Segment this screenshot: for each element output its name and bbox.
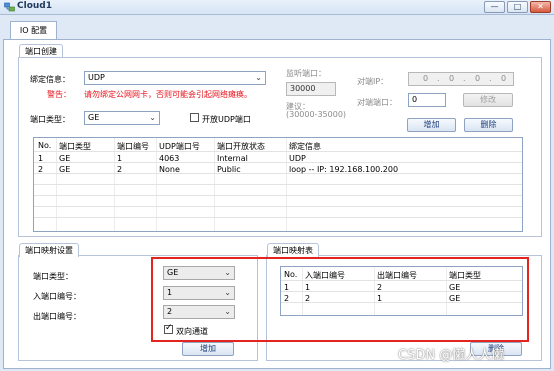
- open-udp-label: 开放UDP端口: [202, 115, 251, 124]
- peer-ip-octet: 0: [449, 74, 455, 83]
- port-table-cell: 2: [38, 165, 44, 174]
- bind-info-value: UDP: [88, 73, 105, 82]
- peer-port-input[interactable]: 0: [408, 93, 446, 107]
- ip-dot: .: [437, 74, 440, 83]
- warning-label: 警告：: [47, 90, 71, 99]
- port-table-header-cell: UDP端口号: [159, 142, 200, 151]
- port-table-cell: Public: [217, 165, 241, 174]
- ip-dot: .: [463, 74, 466, 83]
- chevron-down-icon: ⌄: [149, 113, 156, 122]
- window-title: Cloud1: [17, 1, 52, 11]
- add-mapping-button[interactable]: 增加: [182, 342, 234, 356]
- mapping-table-section-title: 端口映射表: [267, 243, 319, 257]
- bind-info-select[interactable]: UDP ⌄: [84, 71, 266, 85]
- port-table-cell: 2: [117, 165, 123, 174]
- minimize-button[interactable]: —: [484, 1, 505, 13]
- mapping-port-type-label: 端口类型：: [33, 272, 73, 281]
- table-row[interactable]: 1 GE 1 4063 Internal UDP: [34, 154, 522, 163]
- delete-port-button[interactable]: 删除: [464, 118, 513, 132]
- port-type-select[interactable]: GE ⌄: [84, 111, 160, 125]
- port-type-value: GE: [88, 113, 100, 122]
- port-table-cell: 1: [117, 154, 123, 163]
- chevron-down-icon: ⌄: [255, 73, 262, 82]
- bind-info-label: 绑定信息：: [30, 75, 70, 84]
- mapping-settings-section-title: 端口映射设置: [19, 243, 79, 257]
- title-bar: [0, 0, 554, 15]
- port-table-cell: 4063: [159, 154, 180, 163]
- modify-button[interactable]: 修改: [463, 93, 513, 107]
- open-udp-checkbox[interactable]: [190, 113, 199, 122]
- cloud-app-icon: [4, 2, 15, 12]
- port-table-cell: UDP: [289, 154, 306, 163]
- port-table-header-cell: 端口编号: [117, 142, 149, 151]
- listen-port-label: 监听端口：: [286, 69, 326, 78]
- maximize-button[interactable]: □: [507, 1, 528, 13]
- peer-port-label: 对端端口：: [357, 98, 397, 107]
- port-table-cell: 1: [38, 154, 44, 163]
- peer-ip-octet: 0: [475, 74, 481, 83]
- ip-dot: .: [489, 74, 492, 83]
- listen-port-input[interactable]: 30000: [286, 82, 336, 96]
- port-table-cell: loop -- IP: 192.168.100.200: [289, 165, 399, 174]
- peer-ip-octet: 0: [501, 74, 507, 83]
- watermark: CSDN @懒人人懒: [398, 348, 505, 363]
- port-table-header-cell: 绑定信息: [289, 142, 321, 151]
- port-table-cell: GE: [59, 165, 71, 174]
- port-table-header-cell: No.: [38, 141, 52, 150]
- peer-ip-label: 对端IP：: [357, 77, 389, 86]
- port-table: No. 端口类型 端口编号 UDP端口号 端口开放状态 绑定信息 1 GE 1 …: [33, 137, 523, 232]
- tab-io-config[interactable]: IO 配置: [10, 21, 57, 40]
- table-row[interactable]: 2 GE 2 None Public loop -- IP: 192.168.1…: [34, 165, 522, 174]
- add-port-button[interactable]: 增加: [407, 118, 456, 132]
- highlight-box: [151, 257, 529, 342]
- port-table-cell: None: [159, 165, 180, 174]
- peer-ip-input[interactable]: 0 . 0 . 0 . 0: [408, 72, 514, 86]
- peer-ip-octet: 0: [423, 74, 429, 83]
- port-table-header: No. 端口类型 端口编号 UDP端口号 端口开放状态 绑定信息: [34, 141, 522, 151]
- port-table-header-cell: 端口类型: [59, 142, 91, 151]
- in-port-label: 入端口编号：: [33, 292, 81, 301]
- out-port-label: 出端口编号：: [33, 312, 81, 321]
- suggest-range: (30000-35000): [286, 110, 347, 119]
- close-button[interactable]: ✕: [530, 1, 551, 13]
- port-type-label: 端口类型：: [30, 115, 70, 124]
- port-table-header-cell: 端口开放状态: [217, 142, 265, 151]
- port-table-cell: Internal: [217, 154, 248, 163]
- port-table-cell: GE: [59, 154, 71, 163]
- warning-text: 请勿绑定公网网卡，否则可能会引起网络瘫痪。: [84, 90, 252, 99]
- port-create-section-title: 端口创建: [19, 44, 63, 58]
